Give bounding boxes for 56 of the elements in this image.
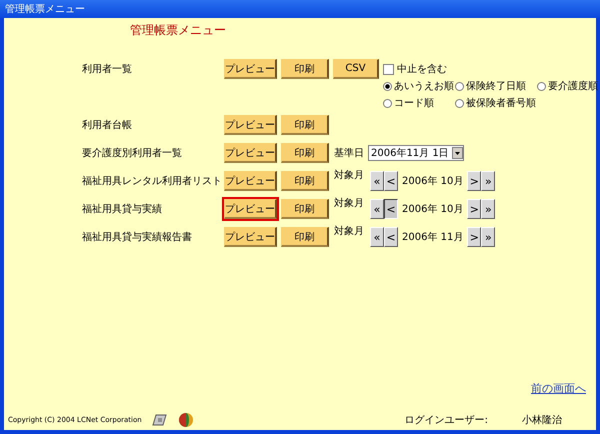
report-name: 福祉用具レンタル利用者リスト bbox=[82, 174, 223, 188]
radio-button[interactable] bbox=[455, 98, 464, 108]
checkbox[interactable] bbox=[383, 64, 394, 74]
report-name: 福祉用具貸与実績報告書 bbox=[82, 230, 193, 244]
month-nav-button[interactable]: » bbox=[481, 199, 496, 219]
back-link[interactable]: 前の画面へ bbox=[531, 381, 586, 396]
report-button[interactable]: プレビュー bbox=[224, 115, 277, 135]
month-nav-button[interactable]: > bbox=[467, 199, 482, 219]
report-name: 福祉用具貸与実績 bbox=[82, 202, 163, 216]
globe-icon[interactable] bbox=[178, 412, 194, 428]
report-button[interactable]: プレビュー bbox=[224, 227, 277, 247]
radio-button[interactable] bbox=[383, 82, 392, 90]
report-button[interactable]: 印刷 bbox=[281, 171, 329, 191]
report-button[interactable]: CSV bbox=[333, 59, 379, 79]
field-label: 対象月 bbox=[334, 224, 364, 238]
radio-label: コード順 bbox=[394, 97, 434, 110]
radio-label: 被保険者番号順 bbox=[466, 96, 536, 110]
month-nav-button[interactable]: « bbox=[370, 227, 384, 247]
checkbox-label: 中止を含む bbox=[397, 62, 447, 76]
month-nav-button[interactable]: < bbox=[384, 199, 398, 219]
report-name: 要介護度別利用者一覧 bbox=[82, 146, 183, 160]
report-button[interactable]: プレビュー bbox=[224, 143, 277, 163]
month-value: 2006年 11月 bbox=[402, 231, 464, 244]
field-label: 基準日 bbox=[334, 146, 364, 160]
report-name: 利用者台帳 bbox=[82, 118, 133, 132]
report-button[interactable]: 印刷 bbox=[281, 143, 329, 163]
report-button[interactable]: プレビュー bbox=[224, 199, 277, 219]
radio-button[interactable] bbox=[537, 82, 546, 90]
report-button[interactable]: 印刷 bbox=[281, 199, 329, 219]
report-name: 利用者一覧 bbox=[82, 62, 133, 76]
report-button[interactable]: プレビュー bbox=[224, 171, 277, 191]
month-nav-button[interactable]: « bbox=[370, 171, 384, 191]
login-label: ログインユーザー: bbox=[404, 414, 488, 427]
month-value: 2006年 10月 bbox=[402, 203, 464, 216]
report-button[interactable]: 印刷 bbox=[281, 227, 329, 247]
month-nav-button[interactable]: » bbox=[481, 171, 496, 191]
month-nav-button[interactable]: < bbox=[384, 227, 398, 247]
radio-label: 保険終了日順 bbox=[466, 80, 526, 93]
month-value: 2006年 10月 bbox=[402, 175, 464, 188]
radio-button[interactable] bbox=[383, 98, 392, 108]
month-nav-button[interactable]: « bbox=[370, 199, 384, 219]
window-title: 管理帳票メニュー bbox=[5, 3, 85, 16]
month-nav-button[interactable]: » bbox=[481, 227, 496, 247]
user-name: 小林隆治 bbox=[522, 414, 562, 427]
month-nav-button[interactable]: > bbox=[467, 171, 482, 191]
field-label: 対象月 bbox=[334, 168, 364, 182]
radio-label: あいうえお順 bbox=[394, 80, 454, 93]
report-button[interactable]: 印刷 bbox=[281, 59, 329, 79]
date-dropdown[interactable]: 2006年11月 1日 bbox=[368, 145, 464, 161]
month-nav-button[interactable]: < bbox=[384, 171, 398, 191]
field-label: 対象月 bbox=[334, 196, 364, 210]
radio-button[interactable] bbox=[455, 82, 464, 90]
report-button[interactable]: プレビュー bbox=[224, 59, 277, 79]
month-nav-button[interactable]: > bbox=[467, 227, 482, 247]
report-button[interactable]: 印刷 bbox=[281, 115, 329, 135]
page-heading: 管理帳票メニュー bbox=[130, 22, 227, 39]
